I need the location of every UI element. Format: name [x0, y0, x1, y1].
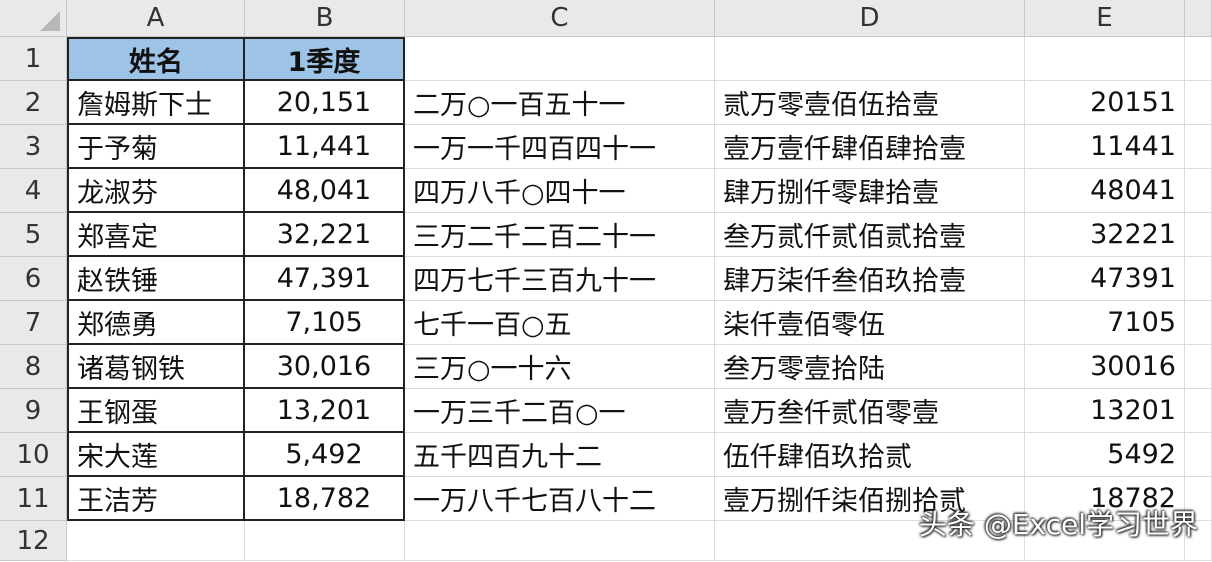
cell-b2[interactable]: 20,151	[245, 81, 405, 125]
cell-b5[interactable]: 32,221	[245, 213, 405, 257]
cell-b7[interactable]: 7,105	[245, 301, 405, 345]
cell-d4[interactable]: 肆万捌仟零肆拾壹	[715, 169, 1025, 213]
row-header-11[interactable]: 11	[0, 477, 67, 521]
cell-d7[interactable]: 柒仟壹佰零伍	[715, 301, 1025, 345]
cell-f2[interactable]	[1185, 81, 1212, 125]
cell-b8[interactable]: 30,016	[245, 345, 405, 389]
cell-e5[interactable]: 32221	[1025, 213, 1185, 257]
cell-c8[interactable]: 三万○一十六	[405, 345, 715, 389]
cell-a12[interactable]	[67, 521, 245, 561]
cell-b9[interactable]: 13,201	[245, 389, 405, 433]
cell-c2[interactable]: 二万○一百五十一	[405, 81, 715, 125]
cell-e9[interactable]: 13201	[1025, 389, 1185, 433]
cell-c12[interactable]	[405, 521, 715, 561]
cell-f8[interactable]	[1185, 345, 1212, 389]
cell-b3[interactable]: 11,441	[245, 125, 405, 169]
cell-a3[interactable]: 于予菊	[67, 125, 245, 169]
column-header-a[interactable]: A	[67, 0, 245, 37]
cell-c3[interactable]: 一万一千四百四十一	[405, 125, 715, 169]
cell-e2[interactable]: 20151	[1025, 81, 1185, 125]
cell-f7[interactable]	[1185, 301, 1212, 345]
cell-a6[interactable]: 赵铁锤	[67, 257, 245, 301]
cell-a8[interactable]: 诸葛钢铁	[67, 345, 245, 389]
cell-f3[interactable]	[1185, 125, 1212, 169]
row-header-8[interactable]: 8	[0, 345, 67, 389]
cell-b6[interactable]: 47,391	[245, 257, 405, 301]
cell-f6[interactable]	[1185, 257, 1212, 301]
cell-e7[interactable]: 7105	[1025, 301, 1185, 345]
cell-c5[interactable]: 三万二千二百二十一	[405, 213, 715, 257]
cell-c4[interactable]: 四万八千○四十一	[405, 169, 715, 213]
select-all-corner[interactable]	[0, 0, 67, 37]
cell-a11[interactable]: 王洁芳	[67, 477, 245, 521]
column-header-e[interactable]: E	[1025, 0, 1185, 37]
cell-c7[interactable]: 七千一百○五	[405, 301, 715, 345]
cell-d1[interactable]	[715, 37, 1025, 81]
row-header-12[interactable]: 12	[0, 521, 67, 561]
cell-a2[interactable]: 詹姆斯下士	[67, 81, 245, 125]
cell-e8[interactable]: 30016	[1025, 345, 1185, 389]
row-header-1[interactable]: 1	[0, 37, 67, 81]
cell-d8[interactable]: 叁万零壹拾陆	[715, 345, 1025, 389]
cell-c11[interactable]: 一万八千七百八十二	[405, 477, 715, 521]
cell-d6[interactable]: 肆万柒仟叁佰玖拾壹	[715, 257, 1025, 301]
cell-c9[interactable]: 一万三千二百○一	[405, 389, 715, 433]
cell-a5[interactable]: 郑喜定	[67, 213, 245, 257]
cell-grid: A B C D E 1 姓名 1季度 2 詹姆斯下士 20,151 二万○一百五十一 贰万零壹佰伍拾壹 2…	[0, 0, 1212, 561]
cell-e3[interactable]: 11441	[1025, 125, 1185, 169]
cell-a10[interactable]: 宋大莲	[67, 433, 245, 477]
cell-b1[interactable]: 1季度	[245, 37, 405, 81]
cell-b11[interactable]: 18,782	[245, 477, 405, 521]
row-header-5[interactable]: 5	[0, 213, 67, 257]
row-header-4[interactable]: 4	[0, 169, 67, 213]
cell-f1[interactable]	[1185, 37, 1212, 81]
row-header-10[interactable]: 10	[0, 433, 67, 477]
cell-e6[interactable]: 47391	[1025, 257, 1185, 301]
column-header-c[interactable]: C	[405, 0, 715, 37]
column-header-d[interactable]: D	[715, 0, 1025, 37]
cell-d2[interactable]: 贰万零壹佰伍拾壹	[715, 81, 1025, 125]
cell-e1[interactable]	[1025, 37, 1185, 81]
cell-f4[interactable]	[1185, 169, 1212, 213]
cell-a1[interactable]: 姓名	[67, 37, 245, 81]
cell-a7[interactable]: 郑德勇	[67, 301, 245, 345]
cell-a4[interactable]: 龙淑芬	[67, 169, 245, 213]
row-header-6[interactable]: 6	[0, 257, 67, 301]
cell-b12[interactable]	[245, 521, 405, 561]
cell-f10[interactable]	[1185, 433, 1212, 477]
select-all-triangle-icon	[40, 11, 60, 31]
cell-d10[interactable]: 伍仟肆佰玖拾贰	[715, 433, 1025, 477]
cell-b4[interactable]: 48,041	[245, 169, 405, 213]
column-header-overflow[interactable]	[1185, 0, 1212, 37]
cell-b10[interactable]: 5,492	[245, 433, 405, 477]
cell-f5[interactable]	[1185, 213, 1212, 257]
cell-e10[interactable]: 5492	[1025, 433, 1185, 477]
row-header-7[interactable]: 7	[0, 301, 67, 345]
cell-c10[interactable]: 五千四百九十二	[405, 433, 715, 477]
spreadsheet: A B C D E 1 姓名 1季度 2 詹姆斯下士 20,151 二万○一百五十一 贰万零壹佰伍拾壹 2…	[0, 0, 1212, 562]
cell-d5[interactable]: 叁万贰仟贰佰贰拾壹	[715, 213, 1025, 257]
cell-d9[interactable]: 壹万叁仟贰佰零壹	[715, 389, 1025, 433]
cell-d3[interactable]: 壹万壹仟肆佰肆拾壹	[715, 125, 1025, 169]
cell-f9[interactable]	[1185, 389, 1212, 433]
row-header-2[interactable]: 2	[0, 81, 67, 125]
cell-e4[interactable]: 48041	[1025, 169, 1185, 213]
watermark: 头条 @Excel学习世界	[918, 508, 1198, 541]
cell-c6[interactable]: 四万七千三百九十一	[405, 257, 715, 301]
cell-c1[interactable]	[405, 37, 715, 81]
row-header-9[interactable]: 9	[0, 389, 67, 433]
row-header-3[interactable]: 3	[0, 125, 67, 169]
cell-a9[interactable]: 王钢蛋	[67, 389, 245, 433]
column-header-b[interactable]: B	[245, 0, 405, 37]
